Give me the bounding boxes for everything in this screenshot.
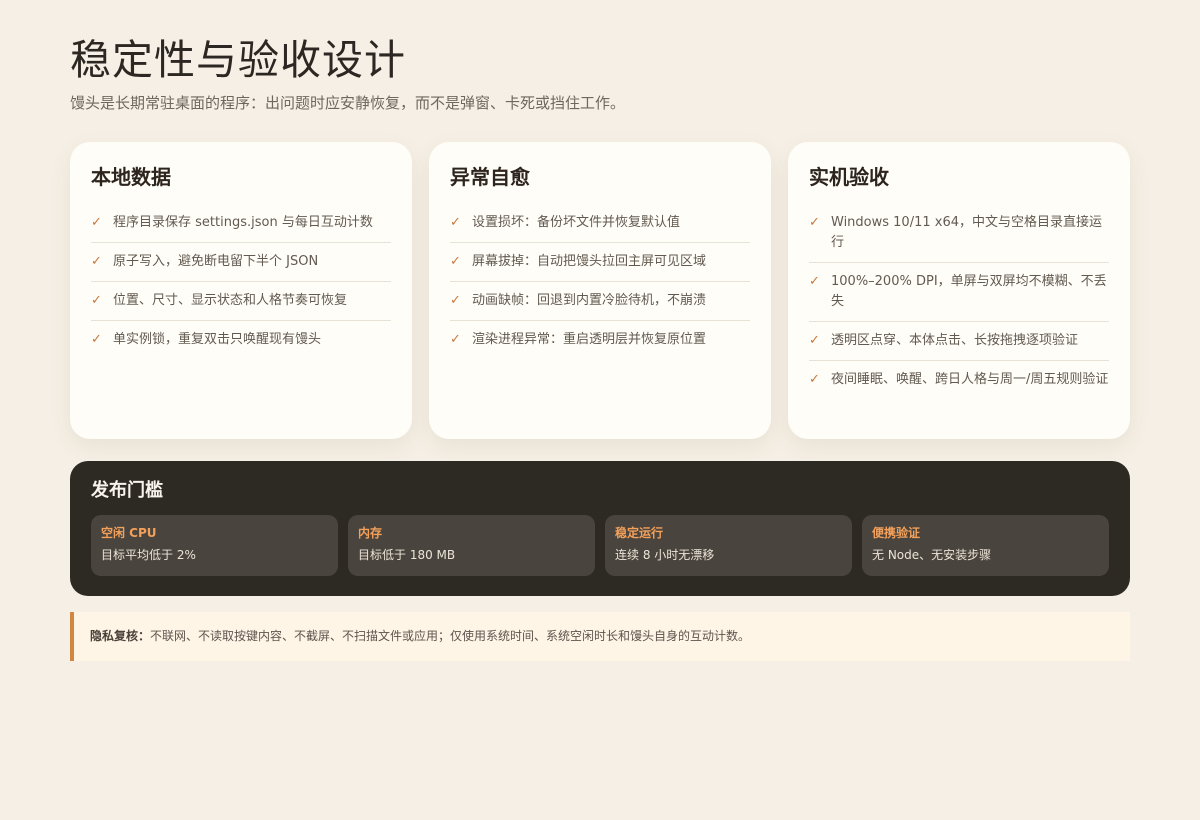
card-title: 实机验收 [809,165,889,189]
privacy-label: 隐私复核： [90,629,151,643]
check-list: ✓ 设置损坏：备份坏文件并恢复默认值 ✓ 屏幕拔掉：自动把馒头拉回主屏可见区域 … [450,204,750,359]
list-item-text: 夜间睡眠、唤醒、跨日人格与周一/周五规则验证 [831,372,1109,387]
page-header: 稳定性与验收设计 馒头是长期常驻桌面的程序：出问题时应安静恢复，而不是弹窗、卡死… [70,36,1130,114]
list-item-text: Windows 10/11 x64，中文与空格目录直接运行 [831,215,1102,250]
card-title: 本地数据 [91,165,171,189]
release-metrics: 空闲 CPU 目标平均低于 2% 内存 目标低于 180 MB 稳定运行 连续 … [91,515,1109,576]
check-icon: ✓ [809,372,820,387]
metric-label: 稳定运行 [615,526,664,540]
check-icon: ✓ [91,293,102,308]
check-icon: ✓ [91,215,102,230]
local-data-card: 本地数据 ✓ 程序目录保存 settings.json 与每日互动计数 ✓ 原子… [70,142,412,439]
list-item: ✓ 单实例锁，重复双击只唤醒现有馒头 [91,321,391,359]
release-title: 发布门槛 [91,480,163,501]
privacy-text: 不联网、不读取按键内容、不截屏、不扫描文件或应用；仅使用系统时间、系统空闲时长和… [150,629,751,643]
list-item: ✓ 100%–200% DPI，单屏与双屏均不模糊、不丢失 [809,263,1109,322]
self-healing-card: 异常自愈 ✓ 设置损坏：备份坏文件并恢复默认值 ✓ 屏幕拔掉：自动把馒头拉回主屏… [429,142,771,439]
page: 稳定性与验收设计 馒头是长期常驻桌面的程序：出问题时应安静恢复，而不是弹窗、卡死… [0,0,1200,820]
metric-value: 目标低于 180 MB [358,548,456,562]
page-subtitle: 馒头是长期常驻桌面的程序：出问题时应安静恢复，而不是弹窗、卡死或挡住工作。 [70,94,626,112]
list-item: ✓ 程序目录保存 settings.json 与每日互动计数 [91,204,391,243]
list-item-text: 动画缺帧：回退到内置冷脸待机，不崩溃 [472,293,707,308]
list-item-text: 原子写入，避免断电留下半个 JSON [113,254,319,269]
check-list: ✓ 程序目录保存 settings.json 与每日互动计数 ✓ 原子写入，避免… [91,204,391,359]
list-item: ✓ 渲染进程异常：重启透明层并恢复原位置 [450,321,750,359]
privacy-review-note: 隐私复核：不联网、不读取按键内容、不截屏、不扫描文件或应用；仅使用系统时间、系统… [70,612,1130,661]
check-icon: ✓ [450,293,461,308]
metric-label: 空闲 CPU [101,526,157,540]
card-title: 异常自愈 [450,165,530,189]
list-item-text: 透明区点穿、本体点击、长按拖拽逐项验证 [831,333,1079,348]
check-icon: ✓ [809,274,820,289]
list-item-text: 渲染进程异常：重启透明层并恢复原位置 [472,332,707,347]
list-item-text: 设置损坏：备份坏文件并恢复默认值 [472,215,681,230]
check-icon: ✓ [91,254,102,269]
list-item: ✓ 屏幕拔掉：自动把馒头拉回主屏可见区域 [450,243,750,282]
metric-card-memory: 内存 目标低于 180 MB [348,515,595,576]
list-item: ✓ 位置、尺寸、显示状态和人格节奏可恢复 [91,282,391,321]
check-icon: ✓ [91,332,102,347]
list-item: ✓ 动画缺帧：回退到内置冷脸待机，不崩溃 [450,282,750,321]
list-item: ✓ Windows 10/11 x64，中文与空格目录直接运行 [809,204,1109,263]
list-item-text: 单实例锁，重复双击只唤醒现有馒头 [113,332,322,347]
metric-label: 便携验证 [872,526,921,540]
feature-cards: 本地数据 ✓ 程序目录保存 settings.json 与每日互动计数 ✓ 原子… [70,142,1130,439]
list-item: ✓ 设置损坏：备份坏文件并恢复默认值 [450,204,750,243]
check-icon: ✓ [450,254,461,269]
list-item-text: 位置、尺寸、显示状态和人格节奏可恢复 [113,293,348,308]
page-title: 稳定性与验收设计 [70,36,406,84]
metric-value: 目标平均低于 2% [101,548,196,562]
list-item-text: 程序目录保存 settings.json 与每日互动计数 [113,215,373,230]
check-icon: ✓ [450,332,461,347]
list-item: ✓ 透明区点穿、本体点击、长按拖拽逐项验证 [809,322,1109,361]
check-list: ✓ Windows 10/11 x64，中文与空格目录直接运行 ✓ 100%–2… [809,204,1109,399]
release-threshold-panel: 发布门槛 空闲 CPU 目标平均低于 2% 内存 目标低于 180 MB 稳定运… [70,461,1130,596]
list-item-text: 屏幕拔掉：自动把馒头拉回主屏可见区域 [472,254,707,269]
metric-label: 内存 [358,526,383,540]
check-icon: ✓ [809,215,820,230]
check-icon: ✓ [809,333,820,348]
metric-value: 无 Node、无安装步骤 [872,548,992,562]
check-icon: ✓ [450,215,461,230]
list-item-text: 100%–200% DPI，单屏与双屏均不模糊、不丢失 [831,274,1107,309]
metric-card-portable-verification: 便携验证 无 Node、无安装步骤 [862,515,1109,576]
metric-card-idle-cpu: 空闲 CPU 目标平均低于 2% [91,515,338,576]
metric-value: 连续 8 小时无漂移 [615,548,715,562]
list-item: ✓ 原子写入，避免断电留下半个 JSON [91,243,391,282]
device-acceptance-card: 实机验收 ✓ Windows 10/11 x64，中文与空格目录直接运行 ✓ 1… [788,142,1130,439]
metric-card-stable-running: 稳定运行 连续 8 小时无漂移 [605,515,852,576]
list-item: ✓ 夜间睡眠、唤醒、跨日人格与周一/周五规则验证 [809,361,1109,399]
